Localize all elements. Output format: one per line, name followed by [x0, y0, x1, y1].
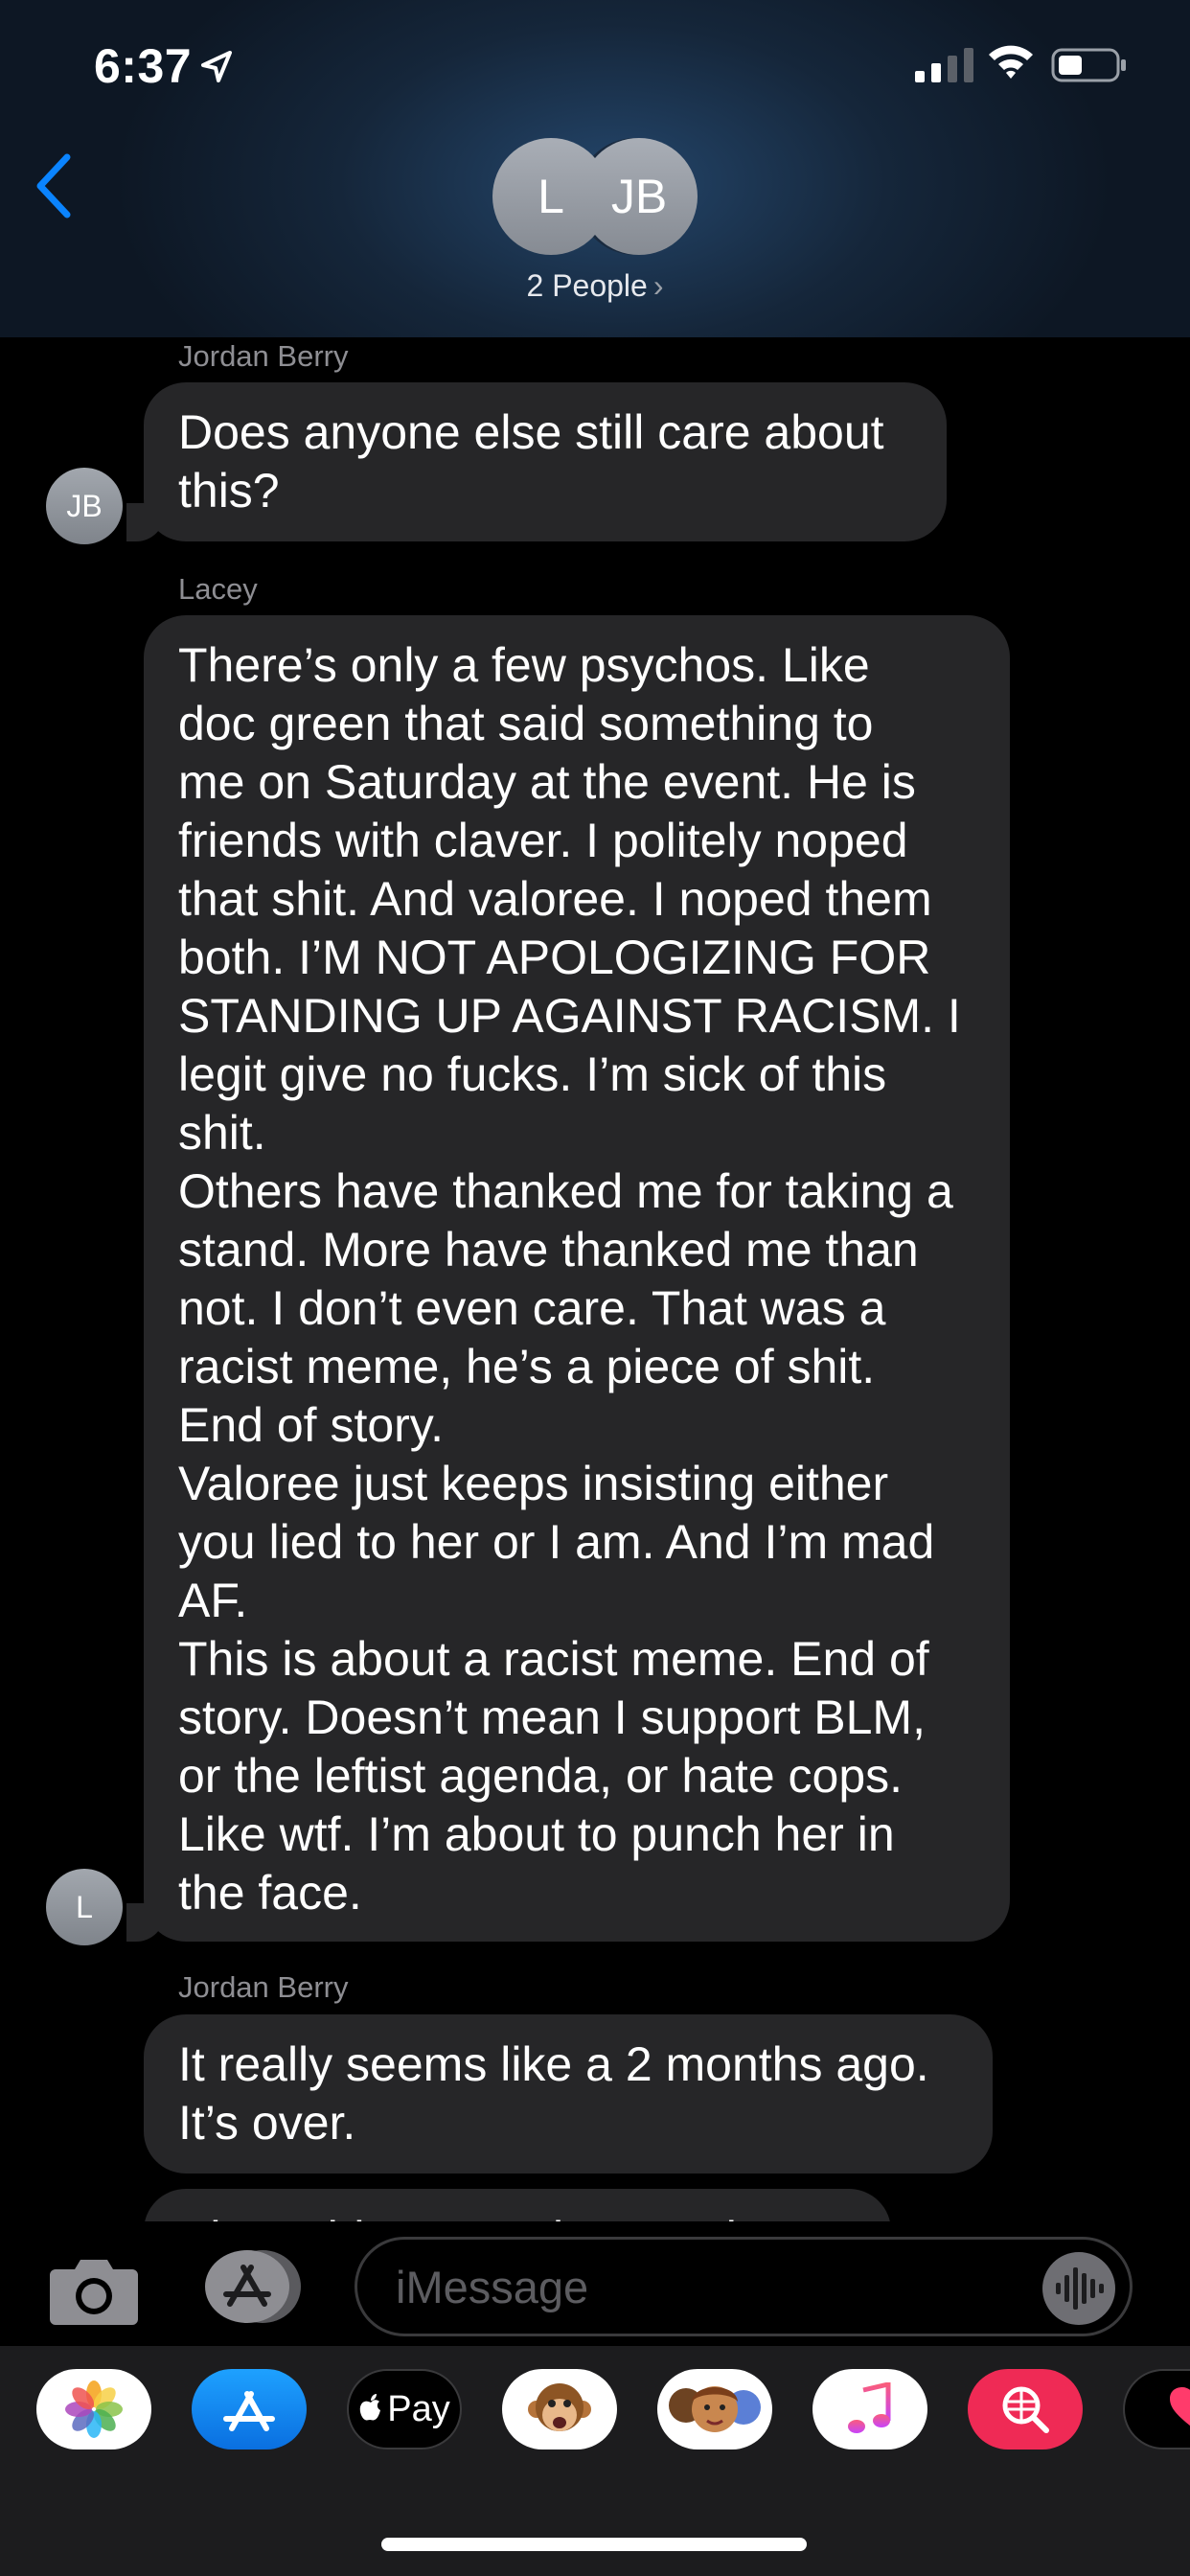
- message-line: that shit. And valoree. I noped them: [178, 872, 932, 926]
- home-indicator[interactable]: [381, 2538, 807, 2551]
- message-line: It really seems like a 2 months ago.: [178, 2037, 929, 2091]
- avatar[interactable]: L: [46, 1869, 123, 1945]
- animoji-app-icon[interactable]: [502, 2369, 617, 2450]
- message-line: this?: [178, 464, 280, 518]
- message-line: End of story.: [178, 1398, 444, 1452]
- message-line: you lied to her or I am. And I’m mad: [178, 1515, 935, 1569]
- message-line: legit give no fucks. I’m sick of this: [178, 1047, 887, 1101]
- avatar: L: [492, 138, 609, 255]
- message-line: the face.: [178, 1866, 362, 1920]
- message-line: STANDING UP AGAINST RACISM. I: [178, 989, 961, 1043]
- bubble-tail: [126, 503, 165, 541]
- audio-message-button[interactable]: [1042, 2252, 1115, 2325]
- sender-name: Jordan Berry: [178, 339, 349, 373]
- memoji-app-icon[interactable]: [657, 2369, 772, 2450]
- message-input[interactable]: iMessage: [355, 2237, 1133, 2336]
- sender-name: Lacey: [178, 572, 258, 606]
- music-app-icon[interactable]: [812, 2369, 927, 2450]
- message-line: both. I’M NOT APOLOGIZING FOR: [178, 931, 931, 984]
- message-line: It’s over.: [178, 2096, 356, 2150]
- message-line: friends with claver. I politely noped: [178, 814, 908, 867]
- group-avatars[interactable]: JB L: [492, 138, 698, 255]
- heart-icon: [1170, 2387, 1190, 2426]
- memoji-icon: [669, 2386, 761, 2432]
- chevron-right-icon: ›: [652, 268, 664, 303]
- location-arrow-icon: [201, 51, 232, 82]
- message-line: not. I don’t even care. That was a: [178, 1281, 886, 1335]
- message-line: or the leftist agenda, or hate cops.: [178, 1749, 904, 1803]
- message-line: story. Doesn’t mean I support BLM,: [178, 1690, 926, 1744]
- music-note-icon: [848, 2382, 891, 2433]
- sender-name: Jordan Berry: [178, 1970, 349, 2004]
- message-line: stand. More have thanked me than: [178, 1223, 919, 1276]
- photos-app-icon[interactable]: [36, 2369, 151, 2450]
- message-bubble[interactable]: Does anyone else still care about this?: [144, 382, 947, 541]
- back-button[interactable]: [33, 151, 75, 220]
- message-bubble[interactable]: It really seems like a 2 months ago. It’…: [144, 2014, 993, 2174]
- message-line: me on Saturday at the event. He is: [178, 755, 916, 809]
- message-line: Does anyone else still care about: [178, 405, 884, 459]
- message-line: racist meme, he’s a piece of shit.: [178, 1340, 876, 1393]
- app-store-icon: [223, 2391, 275, 2431]
- photos-icon: [65, 2380, 123, 2438]
- app-store-app-icon[interactable]: [192, 2369, 307, 2450]
- monkey-icon: [528, 2383, 591, 2431]
- search-globe-icon: [1002, 2386, 1049, 2433]
- bubble-tail: [126, 1903, 165, 1942]
- waveform-icon: [1056, 2267, 1104, 2310]
- avatar[interactable]: JB: [46, 468, 123, 544]
- message-line: Like wtf. I’m about to punch her in: [178, 1807, 895, 1861]
- apple-pay-label: Pay: [387, 2388, 450, 2429]
- status-time: 6:37: [94, 39, 193, 93]
- web-images-app-icon[interactable]: [968, 2369, 1083, 2450]
- message-line: There’s only a few psychos. Like: [178, 638, 870, 692]
- group-title: 2 People: [526, 268, 648, 303]
- message-line: Valoree just keeps insisting either: [178, 1457, 889, 1510]
- group-details-link[interactable]: 2 People ›: [0, 268, 1190, 304]
- message-line: Others have thanked me for taking a: [178, 1164, 953, 1218]
- message-line: shit.: [178, 1106, 266, 1160]
- wifi-icon: [989, 45, 1033, 79]
- apple-pay-app-icon[interactable]: Pay: [347, 2369, 462, 2450]
- message-line: doc green that said something to: [178, 697, 874, 750]
- app-store-icon[interactable]: [201, 2248, 303, 2325]
- camera-button[interactable]: [48, 2252, 140, 2327]
- cellular-signal-icon: [915, 48, 973, 82]
- apple-logo-icon: [360, 2394, 381, 2421]
- message-line: This is about a racist meme. End of: [178, 1632, 929, 1686]
- message-line: AF.: [178, 1574, 248, 1627]
- message-bubble[interactable]: There’s only a few psychos. Like doc gre…: [144, 615, 1010, 1942]
- battery-icon: [1051, 48, 1126, 82]
